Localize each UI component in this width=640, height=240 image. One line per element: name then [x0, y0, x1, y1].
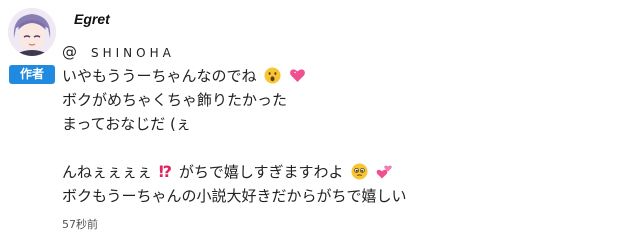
message-line-5-text-b: がちで嬉しすぎますわよ — [178, 163, 344, 181]
message-line-1: いやもううーちゃんなのでね — [62, 64, 632, 88]
avatar[interactable] — [8, 8, 56, 56]
two-hearts-icon — [376, 163, 393, 180]
author-badge: 作者 — [9, 65, 55, 84]
message-line-3: まっておなじだ (ぇ — [62, 115, 191, 133]
mention: @ SHINOHA — [62, 40, 632, 64]
astonished-face-icon — [264, 67, 281, 84]
username[interactable]: Egret — [74, 11, 110, 27]
message-line-4 — [62, 136, 632, 160]
message-line-2: ボクがめちゃくちゃ飾りたかった — [62, 91, 288, 109]
message-line-5: んねぇぇぇぇ ⁉ がちで嬉しすぎますわよ — [62, 160, 632, 184]
comment-body: @ SHINOHA いやもううーちゃんなのでね ボクがめちゃくちゃ飾りたかった — [62, 40, 632, 208]
mention-name[interactable]: SHINOHA — [91, 46, 175, 60]
message-line-5-text-a: んねぇぇぇぇ — [62, 163, 153, 181]
sparkling-heart-icon — [289, 67, 306, 84]
message-line-6: ボクもうーちゃんの小説大好きだからがちで嬉しい — [62, 187, 407, 205]
timestamp[interactable]: 57秒前 — [62, 216, 98, 232]
message-line-1-text: いやもううーちゃんなのでね — [62, 67, 257, 85]
interrobang-icon: ⁉ — [158, 162, 173, 181]
pleading-face-icon — [351, 163, 368, 180]
mention-at: @ — [62, 43, 77, 61]
